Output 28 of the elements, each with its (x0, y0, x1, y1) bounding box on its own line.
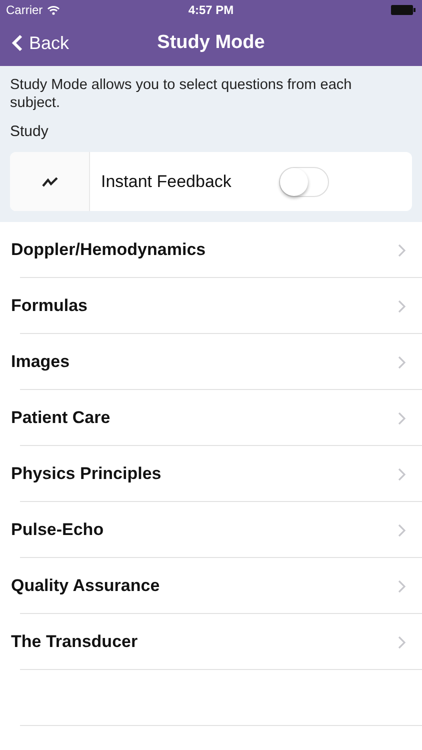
chevron-icon (398, 580, 406, 592)
section-label: Study (10, 123, 50, 140)
subject-row[interactable]: Images (0, 334, 422, 390)
chevron-icon (398, 412, 406, 424)
toggle-switch[interactable] (279, 166, 329, 196)
subject-row[interactable]: Doppler/Hemodynamics (0, 222, 422, 278)
description-text: Study Mode allows you to select questions from each subject. (10, 76, 353, 112)
subject-row[interactable]: The Transducer (0, 614, 422, 670)
chevron-icon (398, 636, 406, 648)
chevron-left-icon (12, 34, 23, 52)
subject-row[interactable]: Patient Care (0, 390, 422, 446)
zigzag-icon (42, 176, 58, 186)
subject-row[interactable]: Quality Assurance (0, 558, 422, 614)
chevron-icon (398, 244, 406, 256)
back-button[interactable]: Back (0, 32, 70, 54)
battery-icon (391, 5, 416, 15)
chevron-icon (398, 356, 406, 368)
carrier-label: Carrier (6, 3, 43, 17)
subject-row[interactable]: Pulse-Echo (0, 502, 422, 558)
chevron-icon (398, 524, 406, 536)
subject-row[interactable]: Formulas (0, 278, 422, 334)
setting-label: Instant Feedback (101, 172, 232, 192)
wifi-icon (46, 5, 60, 15)
chevron-icon (398, 468, 406, 480)
status-time: 4:57 PM (188, 3, 234, 17)
subject-row[interactable]: Physics Principles (0, 446, 422, 502)
screen-title: Study Mode (157, 32, 265, 54)
chevron-icon (398, 300, 406, 312)
